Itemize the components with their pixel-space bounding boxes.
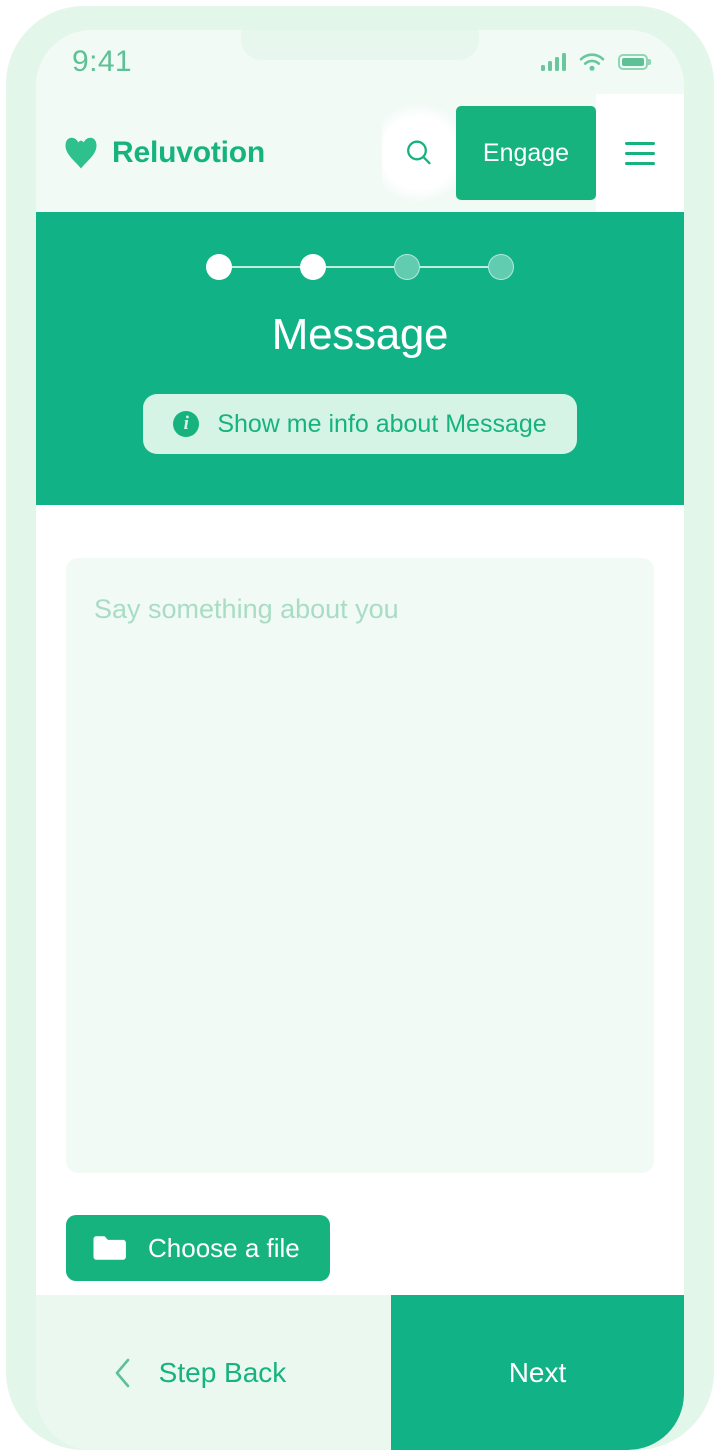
brand-logo[interactable]: Reluvotion <box>64 136 265 170</box>
wifi-icon <box>579 52 605 71</box>
progress-stepper <box>206 254 514 280</box>
step-back-label: Step Back <box>158 1356 287 1388</box>
engage-button[interactable]: Engage <box>456 106 596 200</box>
message-textarea[interactable]: Say something about you <box>66 558 654 1173</box>
signal-bars-icon <box>541 53 566 71</box>
info-circle-icon: i <box>173 411 200 437</box>
engage-button-label: Engage <box>482 138 570 167</box>
step-dot-3[interactable] <box>394 254 420 280</box>
phone-screen: 9:41 Reluvotion Engage Message i Show me… <box>36 30 684 1450</box>
next-button-label: Next <box>508 1356 567 1388</box>
show-info-button[interactable]: i Show me info about Message <box>143 394 577 454</box>
step-line-2 <box>326 266 394 268</box>
app-navbar: Reluvotion Engage <box>36 94 684 212</box>
step-dot-2[interactable] <box>300 254 326 280</box>
show-info-label: Show me info about Message <box>217 409 547 438</box>
choose-file-button[interactable]: Choose a file <box>66 1215 330 1281</box>
step-line-1 <box>232 266 300 268</box>
hero-header: Message i Show me info about Message <box>36 212 684 505</box>
status-bar-time: 9:41 <box>72 45 132 78</box>
page-title: Message <box>271 310 449 359</box>
next-button[interactable]: Next <box>391 1295 684 1450</box>
search-button[interactable] <box>382 94 456 212</box>
footer-nav: Step Back Next <box>36 1295 684 1450</box>
phone-frame: 9:41 Reluvotion Engage Message i Show me… <box>6 6 714 1450</box>
hamburger-menu-button[interactable] <box>596 94 684 212</box>
battery-icon <box>618 54 648 70</box>
step-dot-1[interactable] <box>206 254 232 280</box>
step-back-button[interactable]: Step Back <box>36 1295 391 1450</box>
step-dot-4[interactable] <box>488 254 514 280</box>
status-bar-icons <box>541 52 648 72</box>
brand-name: Reluvotion <box>112 136 265 169</box>
folder-icon <box>93 1236 126 1260</box>
form-area: Say something about you Choose a file <box>36 505 684 1295</box>
navbar-actions: Engage <box>382 94 684 212</box>
hamburger-menu-icon <box>625 141 655 145</box>
chevron-left-icon <box>115 1358 129 1387</box>
choose-file-label: Choose a file <box>148 1232 300 1263</box>
message-placeholder: Say something about you <box>94 594 399 624</box>
heart-logo-icon <box>65 137 97 169</box>
step-line-3 <box>420 266 488 268</box>
phone-notch <box>241 30 479 60</box>
search-icon <box>407 140 431 165</box>
